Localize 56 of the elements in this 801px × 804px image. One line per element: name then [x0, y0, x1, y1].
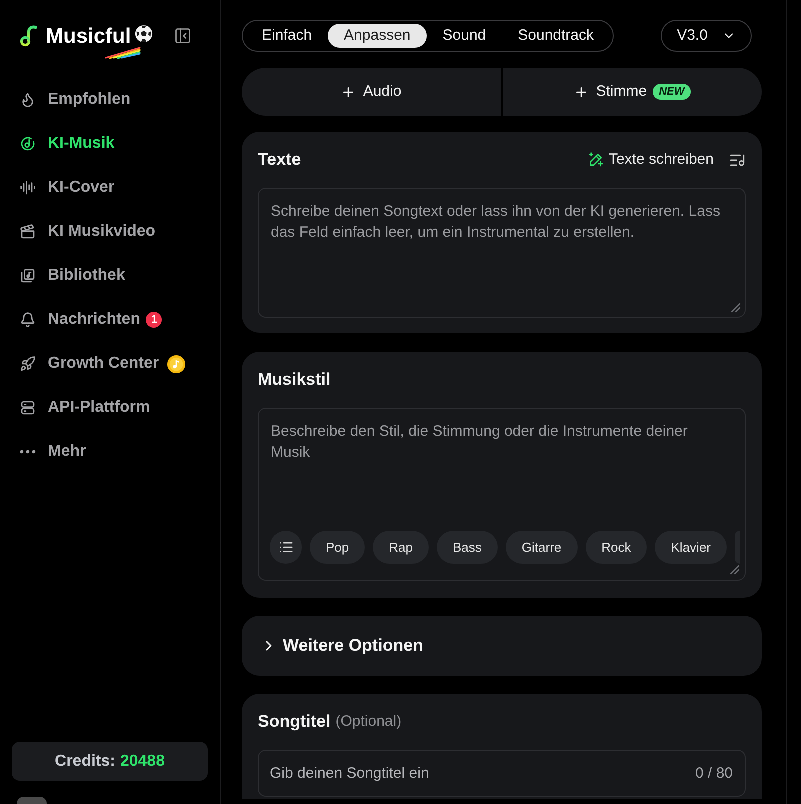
nav-item[interactable]: Growth Center [0, 342, 220, 386]
mode-tab[interactable]: Einfach [246, 24, 328, 48]
resize-handle-icon[interactable] [731, 303, 741, 313]
audio-wave-icon [20, 180, 36, 196]
credits-display: Credits: 20488 [12, 742, 208, 781]
resize-handle-icon[interactable] [730, 565, 740, 575]
nav-item[interactable]: Bibliothek [0, 254, 220, 298]
style-tag-chip[interactable]: Rock [586, 531, 648, 564]
new-badge: NEW [653, 84, 691, 100]
nav-item[interactable]: KI-Cover [0, 166, 220, 210]
logo-icon [20, 25, 38, 47]
version-select[interactable]: V3.0 [661, 20, 752, 52]
rocket-icon [20, 356, 36, 372]
list-icon [278, 540, 294, 555]
nav-item[interactable]: KI Musikvideo [0, 210, 220, 254]
mode-tab[interactable]: Anpassen [328, 24, 427, 48]
add-button[interactable]: Audio [242, 68, 501, 116]
disc-note-icon [20, 136, 36, 152]
stacked-rows-icon [20, 400, 36, 416]
partial-chip [735, 531, 740, 564]
style-tag-chip[interactable]: Bass [437, 531, 498, 564]
mode-tab[interactable]: Soundtrack [502, 24, 610, 48]
style-list-button[interactable] [270, 531, 302, 564]
lyrics-field[interactable]: Schreibe deinen Songtext oder lass ihn von der KI generieren. Lass das Feld einfach leer, um ein Instrumental zu erstellen. [258, 188, 746, 318]
card-title: Texte [258, 149, 302, 172]
nav-item[interactable]: API-Plattform [0, 386, 220, 430]
style-tag-chip[interactable]: Gitarre [506, 531, 578, 564]
pen-sparkle-icon [588, 152, 604, 168]
style-tag-chip[interactable]: Pop [310, 531, 366, 564]
write-lyrics-button[interactable]: Texte schreiben [588, 148, 714, 172]
clapperboard-icon [20, 224, 36, 240]
mode-tab[interactable]: Sound [426, 24, 502, 48]
collapse-sidebar-icon[interactable] [174, 27, 192, 45]
card-title: Musikstil [258, 369, 331, 392]
nav-item[interactable]: Empfohlen [0, 78, 220, 122]
coin-icon [167, 354, 186, 374]
nav-item[interactable]: KI-Musik [0, 122, 220, 166]
nav-item[interactable]: Mehr [0, 430, 220, 474]
more-icon [20, 450, 36, 454]
card-title: Songtitel [258, 711, 331, 734]
logo-text: Musicful [46, 26, 132, 46]
soccer-ball-icon [135, 25, 154, 43]
style-field[interactable]: Beschreibe den Stil, die Stimmung oder die Instrumente deiner Musik Pop Rap Bass Gitarre Rock Klavier [258, 408, 746, 581]
more-options-toggle[interactable]: Weitere Optionen [242, 616, 762, 676]
optional-note: (Optional) [336, 712, 402, 732]
character-counter: 0 / 80 [695, 764, 733, 783]
add-button[interactable]: Stimme NEW [503, 68, 762, 116]
nav-item[interactable]: Nachrichten 1 [0, 298, 220, 342]
style-tag-chip[interactable]: Rap [373, 531, 429, 564]
flame-icon [20, 92, 36, 108]
music-library-icon [20, 268, 36, 284]
style-tag-chip[interactable]: Klavier [655, 531, 728, 564]
bell-icon [20, 312, 36, 328]
plus-icon [574, 84, 590, 100]
plus-icon [341, 84, 356, 100]
notification-count-badge: 1 [146, 312, 162, 328]
